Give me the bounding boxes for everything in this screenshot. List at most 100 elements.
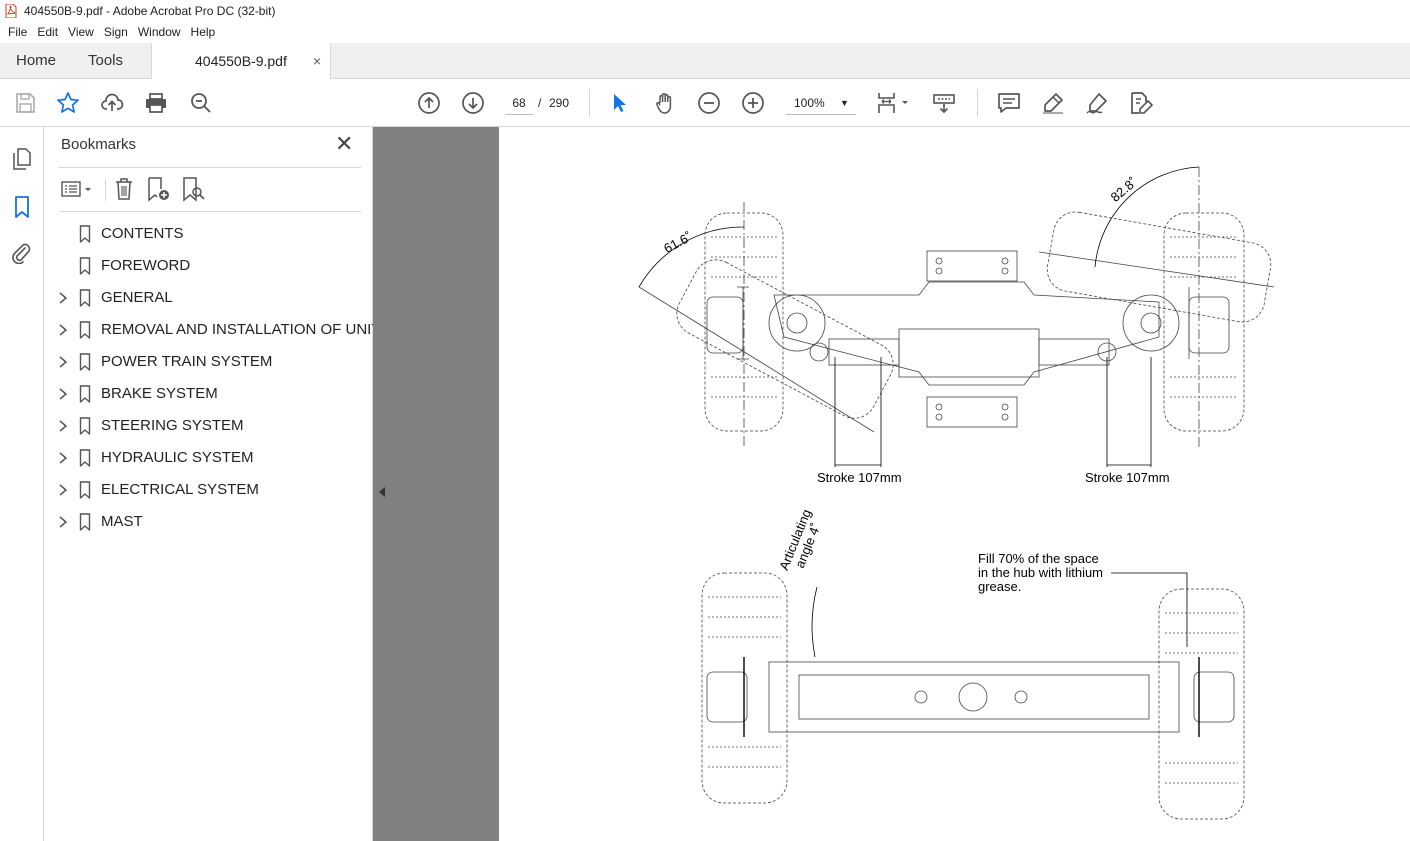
menu-file[interactable]: File [3, 22, 32, 43]
bookmark-item[interactable]: STEERING SYSTEM [45, 410, 373, 442]
toolbar-divider [589, 89, 590, 117]
bookmark-label: POWER TRAIN SYSTEM [101, 353, 273, 370]
menu-sign[interactable]: Sign [99, 22, 133, 43]
menu-bar: File Edit View Sign Window Help [0, 22, 1410, 43]
tab-home[interactable]: Home [16, 43, 56, 79]
bookmark-icon [79, 321, 91, 339]
new-bookmark-icon[interactable] [145, 176, 171, 202]
bookmark-label: MAST [101, 513, 143, 530]
attachments-paperclip-icon[interactable] [11, 242, 33, 264]
bookmark-icon [79, 481, 91, 499]
bookmark-search-icon[interactable] [180, 176, 206, 202]
previous-page-icon[interactable] [417, 91, 441, 115]
chevron-right-icon[interactable] [58, 515, 68, 529]
close-panel-icon[interactable]: ✕ [335, 133, 353, 155]
bookmark-item[interactable]: FOREWORD [45, 250, 373, 282]
bookmarks-panel-title: Bookmarks [61, 136, 137, 153]
bookmark-label: STEERING SYSTEM [101, 417, 244, 434]
steering-axle-top-view [638, 166, 1275, 467]
panel-divider [59, 211, 361, 212]
menu-view[interactable]: View [63, 22, 99, 43]
mount-pad-top [926, 250, 1018, 282]
page-number-input[interactable]: 68 [505, 92, 533, 115]
acrobat-pdf-icon [5, 4, 17, 18]
print-icon[interactable] [144, 91, 168, 115]
tab-document[interactable]: 404550B-9.pdf × [151, 43, 331, 79]
panel-divider [59, 167, 361, 168]
zoom-level-select[interactable]: 100% ▼ [786, 92, 856, 115]
bookmark-icon [79, 257, 91, 275]
menu-edit[interactable]: Edit [32, 22, 63, 43]
bookmark-item[interactable]: GENERAL [45, 282, 373, 314]
bookmark-label: FOREWORD [101, 257, 191, 274]
grease-note-line-2: in the hub with lithium [978, 565, 1104, 580]
tab-tools[interactable]: Tools [88, 43, 123, 79]
page-separator: / [538, 96, 542, 110]
upload-cloud-icon[interactable] [100, 91, 124, 115]
close-tab-icon[interactable]: × [313, 43, 321, 79]
pdf-page: 61.6˚ 82.8˚ Stroke 107mm Stroke 107mm Ar… [499, 127, 1410, 841]
bookmark-item[interactable]: POWER TRAIN SYSTEM [45, 346, 373, 378]
stroke-right-label: Stroke 107mm [1085, 470, 1170, 485]
bookmark-label: BRAKE SYSTEM [101, 385, 218, 402]
bookmark-item[interactable]: HYDRAULIC SYSTEM [45, 442, 373, 474]
hand-tool-icon[interactable] [653, 91, 677, 115]
next-page-icon[interactable] [461, 91, 485, 115]
toolbar-divider [977, 89, 978, 117]
bookmark-item[interactable]: BRAKE SYSTEM [45, 378, 373, 410]
save-icon[interactable] [13, 91, 37, 115]
drive-axle-housing [768, 661, 1180, 733]
title-bar: 404550B-9.pdf - Adobe Acrobat Pro DC (32… [0, 0, 1410, 22]
left-hub [768, 294, 826, 352]
right-tire-straight [1163, 212, 1245, 432]
bookmark-item[interactable]: REMOVAL AND INSTALLATION OF UNIT [45, 314, 381, 346]
edit-pdf-icon[interactable] [1129, 91, 1153, 115]
grease-note: Fill 70% of the space in the hub with li… [978, 552, 1103, 594]
bookmark-icon [79, 353, 91, 371]
right-drive-tire [1158, 588, 1245, 820]
chevron-right-icon[interactable] [58, 323, 68, 337]
main-toolbar: 68 / 290 100% ▼ [0, 79, 1410, 127]
bookmark-item[interactable]: CONTENTS [45, 218, 373, 250]
zoom-out-icon[interactable] [697, 91, 721, 115]
chevron-down-icon: ▼ [840, 98, 849, 108]
select-cursor-icon[interactable] [608, 91, 632, 115]
zoom-in-icon[interactable] [741, 91, 765, 115]
drive-axle-top-view [701, 572, 1245, 820]
navigation-rail [0, 127, 44, 841]
bookmark-label: CONTENTS [101, 225, 184, 242]
chevron-right-icon[interactable] [58, 291, 68, 305]
chevron-right-icon[interactable] [58, 451, 68, 465]
bookmark-icon [79, 289, 91, 307]
add-comment-icon[interactable] [997, 91, 1021, 115]
document-tab-label: 404550B-9.pdf [195, 53, 287, 69]
bookmark-item[interactable]: ELECTRICAL SYSTEM [45, 474, 373, 506]
find-zoom-icon[interactable] [189, 91, 213, 115]
bookmark-icon [79, 225, 91, 243]
bookmark-label: GENERAL [101, 289, 173, 306]
chevron-right-icon[interactable] [58, 387, 68, 401]
menu-help[interactable]: Help [186, 22, 221, 43]
bookmark-icon [79, 449, 91, 467]
delete-bookmark-icon[interactable] [111, 176, 137, 202]
bookmark-label: HYDRAULIC SYSTEM [101, 449, 254, 466]
cylinder-rod-left [828, 338, 900, 366]
page-thumbnails-icon[interactable] [11, 148, 33, 170]
tab-bar: Home Tools 404550B-9.pdf × [0, 43, 1410, 112]
star-bookmark-icon[interactable] [56, 91, 80, 115]
chevron-right-icon[interactable] [58, 355, 68, 369]
scrolling-mode-icon[interactable] [932, 91, 956, 115]
bookmark-item[interactable]: MAST [45, 506, 373, 538]
bookmark-options-icon[interactable] [59, 176, 99, 202]
bookmarks-panel-icon[interactable] [11, 196, 33, 218]
bookmark-icon [79, 513, 91, 531]
highlight-pen-icon[interactable] [1041, 91, 1065, 115]
page-total: 290 [549, 96, 570, 110]
page-display-icon[interactable] [876, 91, 912, 115]
collapse-panel-arrow-icon[interactable] [379, 487, 385, 497]
chevron-right-icon[interactable] [58, 419, 68, 433]
axle-technical-drawing [638, 166, 1275, 820]
menu-window[interactable]: Window [133, 22, 186, 43]
fill-sign-icon[interactable] [1085, 91, 1109, 115]
chevron-right-icon[interactable] [58, 483, 68, 497]
